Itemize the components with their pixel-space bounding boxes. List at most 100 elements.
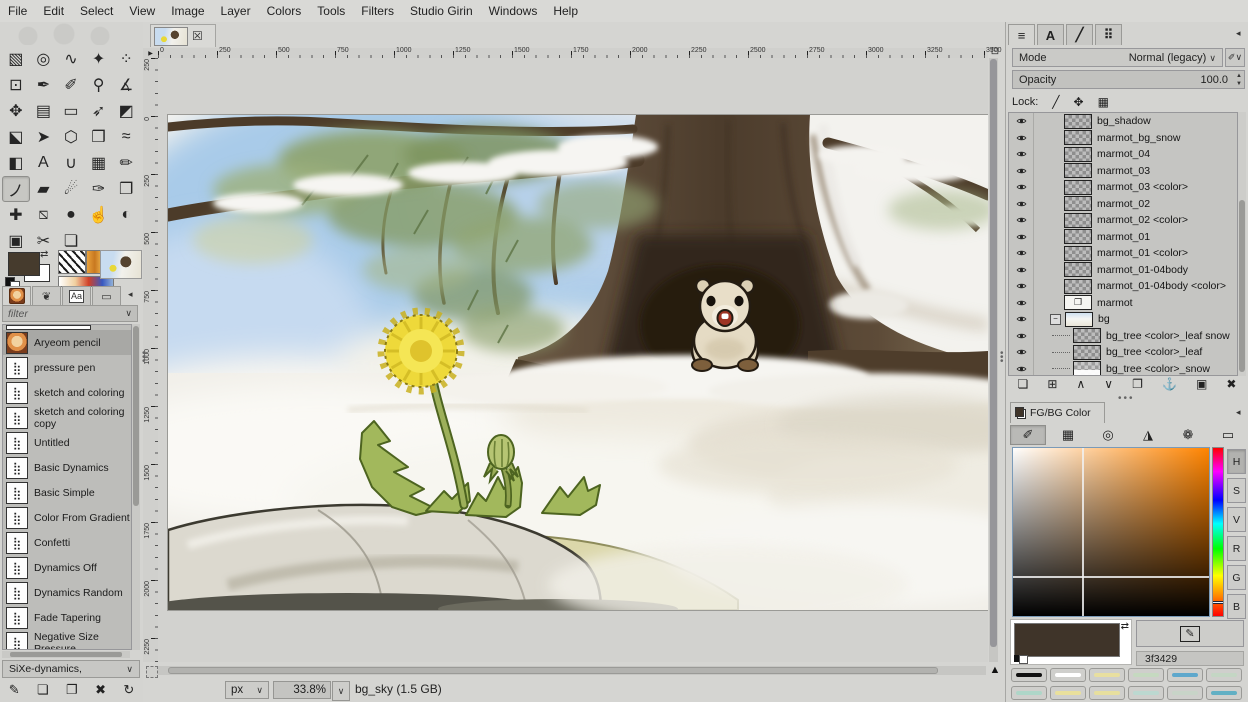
- panel-menu-icon[interactable]: ◂: [1236, 407, 1241, 418]
- layer-row[interactable]: marmot_01-04body: [1009, 262, 1237, 279]
- opacity-spinner[interactable]: ▲▼: [1236, 72, 1242, 88]
- color-history-swatch[interactable]: [1011, 686, 1047, 700]
- new-layer-button[interactable]: ❏: [1018, 377, 1029, 391]
- navigation-button[interactable]: ▲: [988, 663, 1002, 677]
- crop-to-selection-tool-icon[interactable]: ▭: [57, 98, 85, 124]
- document-history-tab[interactable]: ▭: [92, 286, 121, 305]
- vertical-scrollbar[interactable]: [989, 58, 998, 662]
- cage-transform-tool-icon[interactable]: ❒: [85, 124, 113, 150]
- warp-transform-tool-icon[interactable]: ≈: [112, 124, 140, 150]
- color-history-swatch[interactable]: [1167, 686, 1203, 700]
- active-image-thumbnail[interactable]: [100, 250, 142, 279]
- layer-row[interactable]: bg_tree <color>_leaf snow: [1009, 328, 1237, 345]
- lock-pixels-icon[interactable]: ╱: [1052, 95, 1059, 109]
- flip-tool-icon[interactable]: ➤: [30, 124, 58, 150]
- lower-layer-button[interactable]: ∨: [1104, 377, 1113, 391]
- watercolor-selector-icon[interactable]: ◎: [1090, 425, 1126, 445]
- canvas-viewport[interactable]: [158, 58, 988, 662]
- gimp-selector-icon[interactable]: ✐: [1010, 425, 1046, 445]
- duplicate-dynamics-button[interactable]: ❐: [66, 682, 78, 698]
- menu-studio-girin[interactable]: Studio Girin: [402, 1, 481, 22]
- brush-filter-input[interactable]: filter ∨: [2, 305, 138, 322]
- active-brush-preview[interactable]: [58, 250, 86, 274]
- dynamics-item[interactable]: ⣷sketch and coloring: [3, 380, 131, 405]
- measure-tool-icon[interactable]: ∡: [112, 72, 140, 98]
- color-history-swatch[interactable]: [1050, 686, 1086, 700]
- color-history-swatch[interactable]: [1206, 686, 1242, 700]
- visibility-eye-icon[interactable]: [1009, 278, 1034, 295]
- layer-row[interactable]: marmot_04: [1009, 146, 1237, 163]
- move-tool-icon[interactable]: ✥: [2, 98, 30, 124]
- image-tab[interactable]: ☒: [150, 24, 216, 47]
- layer-row[interactable]: marmot_02: [1009, 196, 1237, 213]
- zoom-input[interactable]: 33.8%: [273, 681, 331, 699]
- crop-tool-icon[interactable]: ⊡: [2, 72, 30, 98]
- perspective-clone-tool-icon[interactable]: ⧅: [30, 202, 58, 228]
- fonts-tab[interactable]: A: [1037, 24, 1064, 45]
- handle-transform-tool-icon[interactable]: ⬡: [57, 124, 85, 150]
- menu-layer[interactable]: Layer: [213, 1, 259, 22]
- dynamics-item[interactable]: ⣷Color From Gradient: [3, 505, 131, 530]
- menu-edit[interactable]: Edit: [35, 1, 72, 22]
- dynamics-list-hscrollbar[interactable]: [2, 651, 130, 658]
- airbrush-tool-icon[interactable]: ☄: [57, 176, 85, 202]
- fgbg-color-tab[interactable]: FG/BG Color: [1010, 402, 1105, 423]
- visibility-eye-icon[interactable]: [1009, 245, 1034, 262]
- dynamics-item[interactable]: ⣷Confetti: [3, 530, 131, 555]
- palette-selector-icon[interactable]: ❁: [1170, 425, 1206, 445]
- eraser-tool-icon[interactable]: ▰: [30, 176, 58, 202]
- refresh-dynamics-button[interactable]: ↻: [123, 682, 134, 698]
- fonts-tab[interactable]: Aa: [62, 286, 91, 305]
- dynamics-item[interactable]: ⣷sketch and coloring copy: [3, 405, 131, 430]
- unified-transform-tool-icon[interactable]: ➶: [85, 98, 113, 124]
- dynamics-select[interactable]: SiXe-dynamics, ∨: [2, 660, 140, 678]
- menu-help[interactable]: Help: [545, 1, 586, 22]
- layer-row[interactable]: −bg: [1009, 311, 1237, 328]
- horizontal-scrollbar[interactable]: [158, 666, 986, 675]
- paintbrush-tool-icon[interactable]: ノ: [2, 176, 30, 202]
- layer-row[interactable]: marmot_02 <color>: [1009, 212, 1237, 229]
- foreground-color-swatch[interactable]: [8, 252, 40, 276]
- visibility-eye-icon[interactable]: [1009, 311, 1034, 328]
- color-history-swatch[interactable]: [1050, 668, 1086, 682]
- current-color-swatch[interactable]: [1014, 623, 1120, 657]
- text-tool-icon[interactable]: A: [30, 150, 58, 176]
- dynamics-item[interactable]: ⣷Basic Simple: [3, 480, 131, 505]
- dock-handle-right[interactable]: •••: [1000, 352, 1004, 364]
- dynamics-item[interactable]: Aryeom pencil: [3, 330, 131, 355]
- channel-button-s[interactable]: S: [1227, 478, 1246, 503]
- layer-row[interactable]: marmot_01: [1009, 229, 1237, 246]
- menu-colors[interactable]: Colors: [259, 1, 310, 22]
- menu-view[interactable]: View: [121, 1, 163, 22]
- paths-tool-icon[interactable]: ✒: [30, 72, 58, 98]
- layers-tab[interactable]: ≡: [1008, 24, 1035, 45]
- patterns-tab[interactable]: ❦: [32, 286, 61, 305]
- visibility-eye-icon[interactable]: [1009, 179, 1034, 196]
- anchor-layer-button[interactable]: ⚓: [1162, 377, 1177, 391]
- layers-scrollbar[interactable]: [1238, 112, 1246, 376]
- default-colors-icon-bg[interactable]: [1019, 655, 1028, 664]
- bucket-fill-tool-icon[interactable]: ∪: [57, 150, 85, 176]
- layer-row[interactable]: bg_tree <color>_snow: [1009, 361, 1237, 377]
- rectangle-select-tool-icon[interactable]: ▧: [2, 46, 30, 72]
- merge-layer-button[interactable]: ▣: [1196, 377, 1207, 391]
- new-group-button[interactable]: ⊞: [1047, 377, 1057, 391]
- color-history-swatch[interactable]: [1206, 668, 1242, 682]
- layer-row[interactable]: marmot_01 <color>: [1009, 245, 1237, 262]
- layer-mode-select[interactable]: Mode Normal (legacy) ∨: [1012, 48, 1223, 67]
- delete-dynamics-button[interactable]: ✖: [95, 682, 106, 698]
- visibility-eye-icon[interactable]: [1009, 113, 1034, 130]
- layer-row[interactable]: marmot_03: [1009, 163, 1237, 180]
- color-history-swatch[interactable]: [1011, 668, 1047, 682]
- scales-selector-icon[interactable]: ▦: [1050, 425, 1086, 445]
- paths-tab[interactable]: ╱: [1066, 24, 1093, 45]
- dynamics-item[interactable]: ⣷pressure pen: [3, 355, 131, 380]
- visibility-eye-icon[interactable]: [1009, 229, 1034, 246]
- dock-splitter-handle[interactable]: •••: [1118, 393, 1135, 404]
- clone-tool-icon[interactable]: ❐: [112, 176, 140, 202]
- menu-filters[interactable]: Filters: [353, 1, 402, 22]
- dock-handle-left[interactable]: •••: [142, 352, 146, 364]
- menu-tools[interactable]: Tools: [309, 1, 353, 22]
- visibility-eye-icon[interactable]: [1009, 146, 1034, 163]
- layer-row[interactable]: bg_shadow: [1009, 113, 1237, 130]
